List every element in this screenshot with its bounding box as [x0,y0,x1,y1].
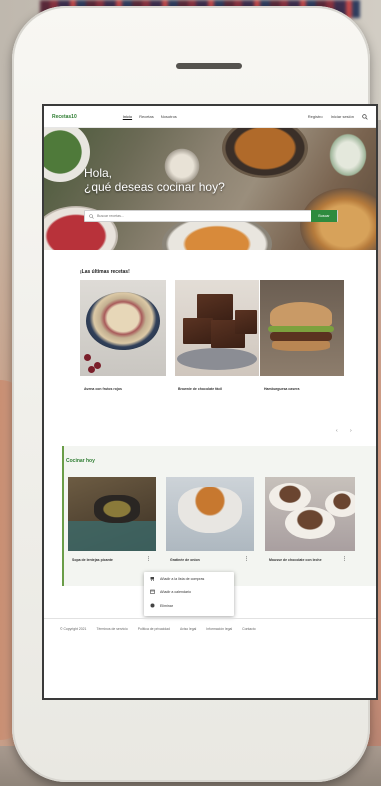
mousse-cup [325,491,355,517]
more-options-button[interactable]: ⋮ [146,556,151,562]
cloth [68,521,156,551]
recipe-image [175,280,259,376]
nav-right: Registro Iniciar sesión [308,113,368,120]
footer-link-privacy[interactable]: Política de privacidad [138,627,170,631]
recipe-card-label: Sopa de lentejas picante [72,558,113,562]
hero-title: Hola, ¿qué deseas cocinar hoy? [84,166,284,194]
bowl [86,292,160,350]
recipe-image [68,477,156,551]
hero-banner: Hola, ¿qué deseas cocinar hoy? Buscar [44,128,376,250]
search-button[interactable]: Buscar [311,210,337,222]
search-icon [89,213,94,219]
brownie-piece [183,318,213,344]
recipe-card[interactable] [265,477,355,551]
calendar-icon [150,589,155,594]
menu-item-delete[interactable]: Eliminar [150,603,173,608]
recipe-card-label: Avena con frutos rojos [84,387,122,391]
nav-link-nosotros[interactable]: Nosotros [161,114,177,119]
hero-dish [328,132,368,178]
recipe-card[interactable] [175,280,259,384]
menu-item-label: Añadir a calendario [160,589,191,594]
footer-link-terms[interactable]: Términos de servicio [96,627,127,631]
recipe-card[interactable] [260,280,344,384]
berry [94,362,101,369]
recipe-card[interactable] [80,280,166,384]
footer-link-legal-info[interactable]: Información legal [206,627,232,631]
brownie-piece [235,310,257,334]
search-input[interactable] [97,211,311,221]
recipe-image [260,280,344,376]
footer-link-legal-notice[interactable]: Aviso legal [180,627,196,631]
recipe-image [265,477,355,551]
phone: Recetas10 Inicio Recetas Nosotros Regist… [12,6,378,782]
recipe-card-label: Brownie de chocolate fácil [178,387,223,391]
recipe-card-label: Gratinée de onion [170,558,200,562]
menu-item-label: Añadir a la lista de compras [160,576,205,581]
phone-screen: Recetas10 Inicio Recetas Nosotros Regist… [42,104,378,700]
brand-logo[interactable]: Recetas10 [52,114,77,120]
hero-search-bar: Buscar [84,210,338,222]
login-link[interactable]: Iniciar sesión [331,114,354,119]
pager-prev-button[interactable]: ‹ [336,428,338,434]
brownie-piece [197,294,233,320]
more-options-button[interactable]: ⋮ [342,556,347,562]
hero-title-line2: ¿qué deseas cocinar hoy? [84,180,225,194]
hero-title-line1: Hola, [84,166,113,180]
pot [94,495,140,523]
recipe-card-label: Mousse de chocolate con leche [269,558,322,562]
recipe-card[interactable] [68,477,156,551]
plate [177,348,257,370]
footer-copyright: © Copyright 2021 [60,626,87,631]
nav-link-recetas[interactable]: Recetas [139,114,154,119]
top-nav: Recetas10 Inicio Recetas Nosotros Regist… [44,106,376,128]
register-link[interactable]: Registro [308,114,323,119]
nav-link-inicio[interactable]: Inicio [123,114,132,119]
search-icon[interactable] [362,113,368,120]
burger-bun [270,302,332,328]
cart-icon [150,577,154,581]
circle-icon [150,603,155,608]
recipe-image [80,280,166,376]
more-options-button[interactable]: ⋮ [244,556,249,562]
recipe-card-label: Hamburguesa casera [264,387,300,391]
latest-recipes-title: ¡Las últimas recetas! [80,269,130,275]
burger-patty [270,332,332,341]
menu-item-calendar[interactable]: Añadir a calendario [150,589,191,594]
footer: © Copyright 2021 Términos de servicio Po… [44,618,376,638]
footer-link-contact[interactable]: Contacto [242,627,256,631]
recipe-image [166,477,254,551]
pager-next-button[interactable]: › [350,428,352,434]
menu-item-shopping-list[interactable]: Añadir a la lista de compras [150,576,204,581]
menu-item-label: Eliminar [160,603,173,608]
phone-speaker [176,63,242,69]
soup-cup [178,487,242,533]
berry [88,366,95,373]
burger-bun [272,341,330,351]
cook-today-title: Cocinar hoy [66,458,95,464]
context-menu: Añadir a la lista de compras Añadir a ca… [144,572,234,616]
recipe-card[interactable] [166,477,254,551]
berry [84,354,91,361]
